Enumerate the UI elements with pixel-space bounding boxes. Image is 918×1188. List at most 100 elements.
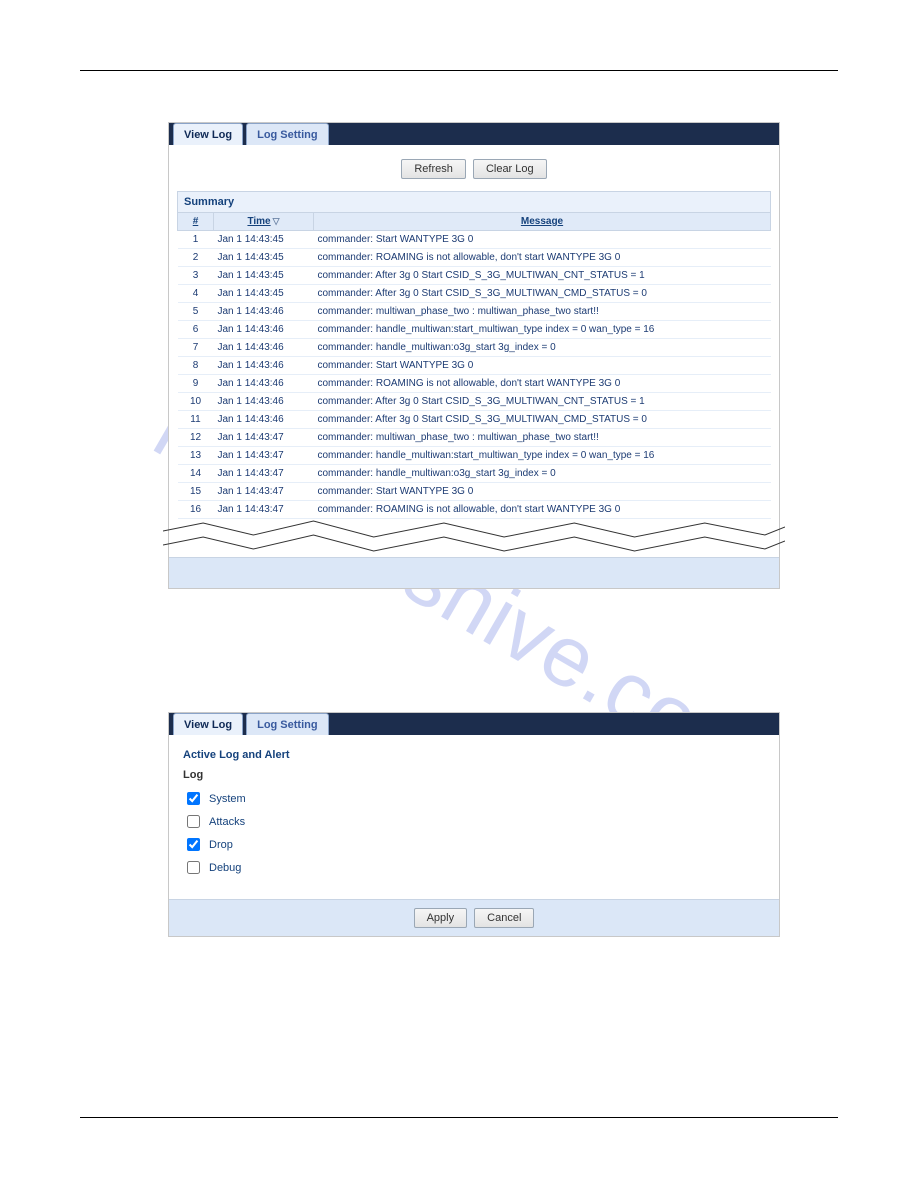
row-time: Jan 1 14:43:46 [214, 375, 314, 393]
row-time: Jan 1 14:43:47 [214, 483, 314, 501]
log-setting-panel: View Log Log Setting Active Log and Aler… [168, 712, 780, 937]
row-index: 5 [178, 303, 214, 321]
row-time: Jan 1 14:43:47 [214, 501, 314, 519]
tabstrip: View Log Log Setting [169, 123, 779, 145]
row-time: Jan 1 14:43:46 [214, 357, 314, 375]
row-message: commander: ROAMING is not allowable, don… [314, 501, 771, 519]
col-index[interactable]: # [178, 213, 214, 231]
row-index: 14 [178, 465, 214, 483]
log-toolbar: Refresh Clear Log [169, 145, 779, 191]
row-index: 8 [178, 357, 214, 375]
row-index: 13 [178, 447, 214, 465]
row-message: commander: ROAMING is not allowable, don… [314, 375, 771, 393]
table-row: 12Jan 1 14:43:47commander: multiwan_phas… [178, 429, 771, 447]
panel-footer [169, 557, 779, 588]
log-table: # Time▽ Message 1Jan 1 14:43:45commander… [177, 212, 771, 519]
table-row: 9Jan 1 14:43:46commander: ROAMING is not… [178, 375, 771, 393]
row-message: commander: After 3g 0 Start CSID_S_3G_MU… [314, 411, 771, 429]
col-time-label: Time [247, 216, 270, 227]
row-time: Jan 1 14:43:47 [214, 429, 314, 447]
actions-bar: Apply Cancel [169, 899, 779, 936]
row-index: 7 [178, 339, 214, 357]
table-row: 14Jan 1 14:43:47commander: handle_multiw… [178, 465, 771, 483]
row-message: commander: multiwan_phase_two : multiwan… [314, 429, 771, 447]
row-index: 12 [178, 429, 214, 447]
checkbox-system[interactable] [187, 792, 200, 805]
log-subtitle: Log [183, 769, 765, 781]
table-row: 16Jan 1 14:43:47commander: ROAMING is no… [178, 501, 771, 519]
tab-log-setting[interactable]: Log Setting [246, 123, 329, 145]
row-message: commander: handle_multiwan:start_multiwa… [314, 447, 771, 465]
row-message: commander: After 3g 0 Start CSID_S_3G_MU… [314, 285, 771, 303]
row-index: 11 [178, 411, 214, 429]
checkbox-drop[interactable] [187, 838, 200, 851]
page-top-rule [80, 70, 838, 71]
checkbox-label: Debug [209, 862, 241, 874]
table-row: 11Jan 1 14:43:46commander: After 3g 0 St… [178, 411, 771, 429]
row-index: 1 [178, 231, 214, 249]
checkbox-label: System [209, 793, 246, 805]
row-message: commander: handle_multiwan:start_multiwa… [314, 321, 771, 339]
row-time: Jan 1 14:43:47 [214, 465, 314, 483]
tabstrip: View Log Log Setting [169, 713, 779, 735]
section-title: Active Log and Alert [183, 749, 765, 761]
row-message: commander: Start WANTYPE 3G 0 [314, 483, 771, 501]
table-row: 10Jan 1 14:43:46commander: After 3g 0 St… [178, 393, 771, 411]
table-row: 5Jan 1 14:43:46commander: multiwan_phase… [178, 303, 771, 321]
row-message: commander: handle_multiwan:o3g_start 3g_… [314, 339, 771, 357]
tab-view-log[interactable]: View Log [173, 123, 243, 145]
row-time: Jan 1 14:43:45 [214, 249, 314, 267]
row-time: Jan 1 14:43:45 [214, 267, 314, 285]
row-index: 6 [178, 321, 214, 339]
row-message: commander: handle_multiwan:o3g_start 3g_… [314, 465, 771, 483]
row-time: Jan 1 14:43:45 [214, 285, 314, 303]
row-index: 2 [178, 249, 214, 267]
row-message: commander: After 3g 0 Start CSID_S_3G_MU… [314, 267, 771, 285]
row-time: Jan 1 14:43:46 [214, 393, 314, 411]
row-time: Jan 1 14:43:47 [214, 447, 314, 465]
tab-view-log[interactable]: View Log [173, 713, 243, 735]
table-row: 4Jan 1 14:43:45commander: After 3g 0 Sta… [178, 285, 771, 303]
table-row: 8Jan 1 14:43:46commander: Start WANTYPE … [178, 357, 771, 375]
checkbox-row-attacks: Attacks [183, 812, 765, 831]
row-message: commander: Start WANTYPE 3G 0 [314, 231, 771, 249]
table-row: 15Jan 1 14:43:47commander: Start WANTYPE… [178, 483, 771, 501]
tab-log-setting[interactable]: Log Setting [246, 713, 329, 735]
checkbox-attacks[interactable] [187, 815, 200, 828]
checkbox-label: Attacks [209, 816, 245, 828]
summary-title: Summary [177, 191, 771, 212]
row-index: 16 [178, 501, 214, 519]
table-row: 1Jan 1 14:43:45commander: Start WANTYPE … [178, 231, 771, 249]
checkbox-row-drop: Drop [183, 835, 765, 854]
table-row: 6Jan 1 14:43:46commander: handle_multiwa… [178, 321, 771, 339]
table-row: 7Jan 1 14:43:46commander: handle_multiwa… [178, 339, 771, 357]
page-bottom-rule [80, 1117, 838, 1118]
row-index: 15 [178, 483, 214, 501]
col-time[interactable]: Time▽ [214, 213, 314, 231]
checkbox-row-system: System [183, 789, 765, 808]
row-index: 4 [178, 285, 214, 303]
cancel-button[interactable]: Cancel [474, 908, 534, 928]
row-message: commander: After 3g 0 Start CSID_S_3G_MU… [314, 393, 771, 411]
page-tear-illustration [169, 517, 779, 557]
sort-desc-icon: ▽ [273, 216, 280, 227]
clear-log-button[interactable]: Clear Log [473, 159, 547, 179]
view-log-panel: View Log Log Setting Refresh Clear Log S… [168, 122, 780, 589]
row-index: 3 [178, 267, 214, 285]
row-time: Jan 1 14:43:46 [214, 339, 314, 357]
row-time: Jan 1 14:43:46 [214, 303, 314, 321]
row-message: commander: ROAMING is not allowable, don… [314, 249, 771, 267]
apply-button[interactable]: Apply [414, 908, 468, 928]
row-message: commander: multiwan_phase_two : multiwan… [314, 303, 771, 321]
checkbox-debug[interactable] [187, 861, 200, 874]
col-message[interactable]: Message [314, 213, 771, 231]
table-row: 3Jan 1 14:43:45commander: After 3g 0 Sta… [178, 267, 771, 285]
row-time: Jan 1 14:43:45 [214, 231, 314, 249]
row-index: 9 [178, 375, 214, 393]
checkbox-row-debug: Debug [183, 858, 765, 877]
table-row: 2Jan 1 14:43:45commander: ROAMING is not… [178, 249, 771, 267]
refresh-button[interactable]: Refresh [401, 159, 466, 179]
row-time: Jan 1 14:43:46 [214, 321, 314, 339]
checkbox-label: Drop [209, 839, 233, 851]
row-index: 10 [178, 393, 214, 411]
